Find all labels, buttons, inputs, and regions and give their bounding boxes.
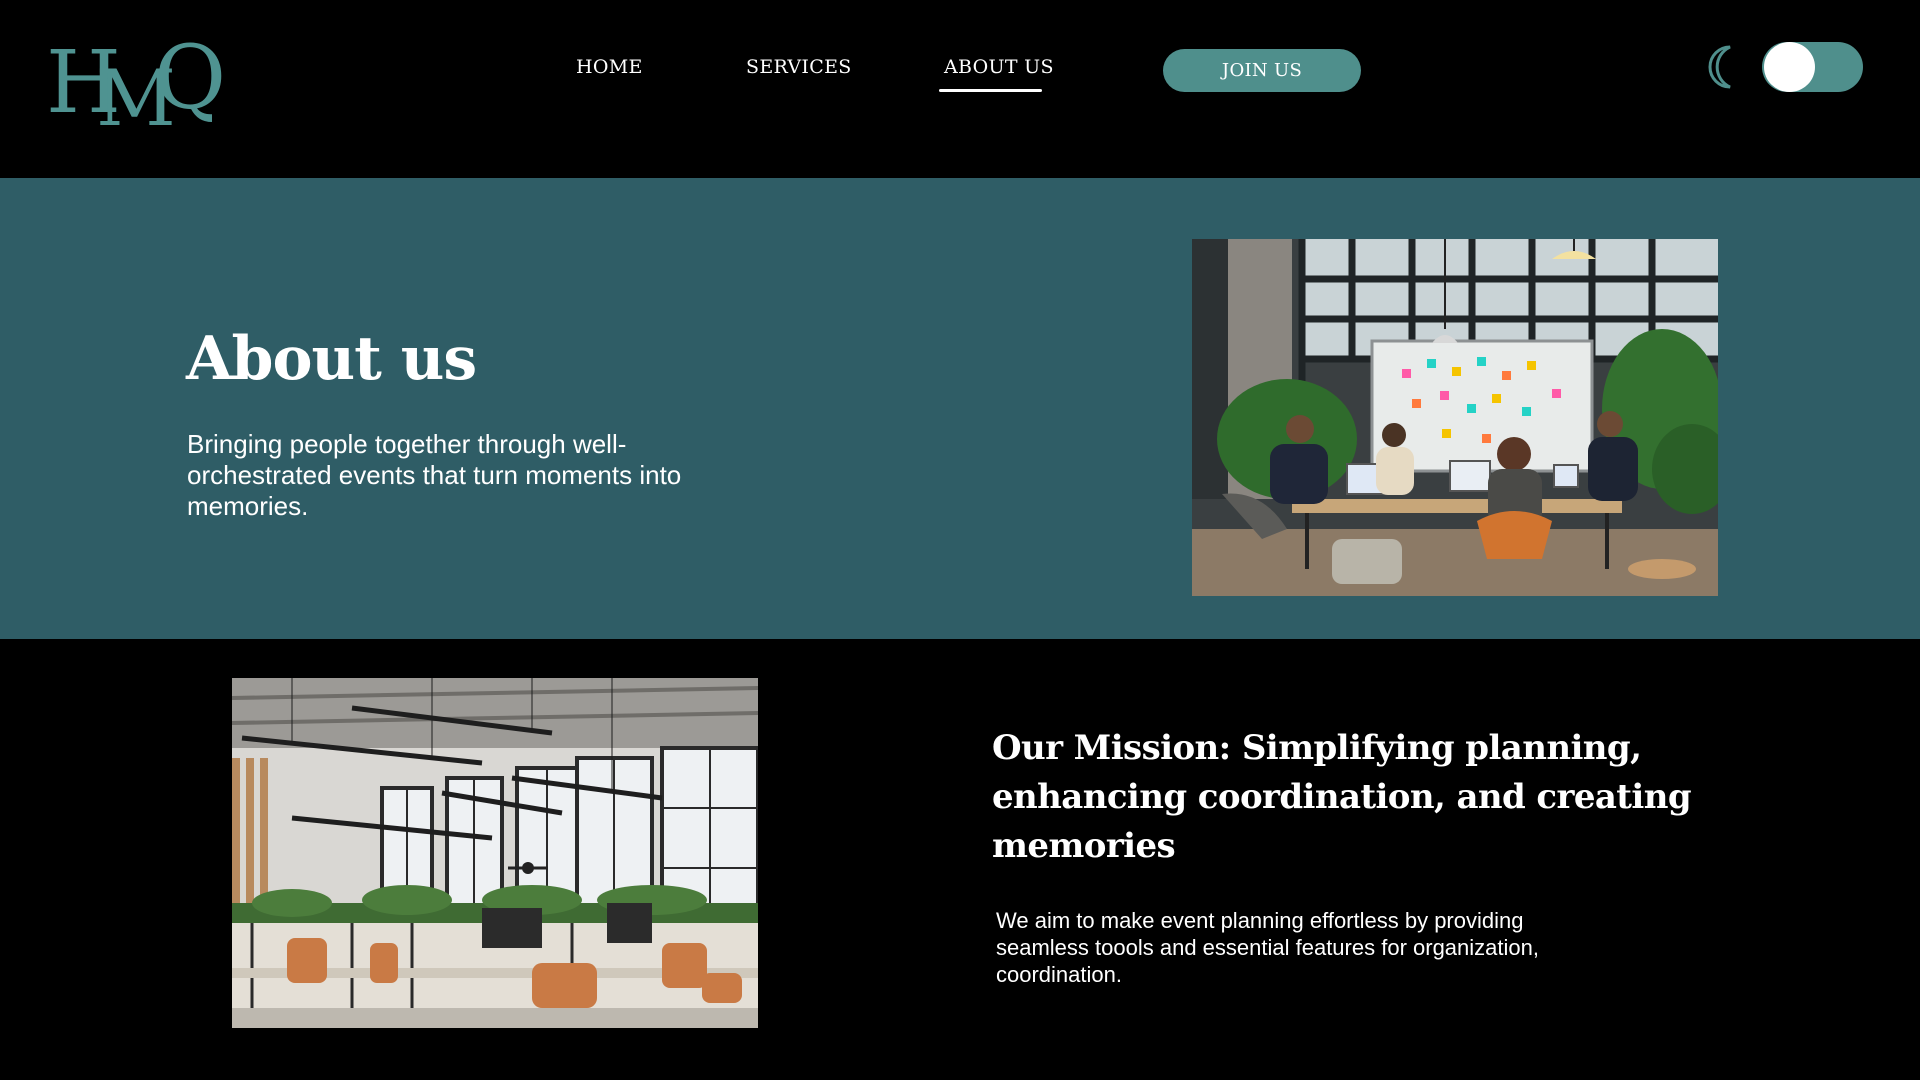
office-interior-photo xyxy=(232,678,758,1028)
team-meeting-photo xyxy=(1192,239,1718,596)
join-us-button[interactable]: JOIN US xyxy=(1163,49,1361,92)
page-title: About us xyxy=(186,324,477,394)
nav-home-link[interactable]: HOME xyxy=(576,56,643,78)
mission-title: Our Mission: Simplifying planning, enhan… xyxy=(992,728,1692,866)
mission-section: Our Mission: Simplifying planning, enhan… xyxy=(0,639,1920,1080)
nav-services-link[interactable]: SERVICES xyxy=(746,56,852,78)
moon-icon[interactable] xyxy=(1700,44,1744,90)
logo-letter-q: Q xyxy=(154,26,227,129)
active-nav-indicator xyxy=(939,89,1042,92)
mission-description: We aim to make event planning effortless… xyxy=(996,908,1539,987)
site-header: H M Q HOME SERVICES ABOUT US JOIN US xyxy=(0,0,1920,178)
hmq-logo[interactable]: H M Q xyxy=(46,34,232,139)
about-hero-section: About us Bringing people together throug… xyxy=(0,178,1920,639)
toggle-knob xyxy=(1764,42,1815,92)
hero-subtitle: Bringing people together through well-or… xyxy=(187,429,682,521)
nav-about-link[interactable]: ABOUT US xyxy=(944,56,1054,78)
theme-toggle[interactable] xyxy=(1762,42,1863,92)
